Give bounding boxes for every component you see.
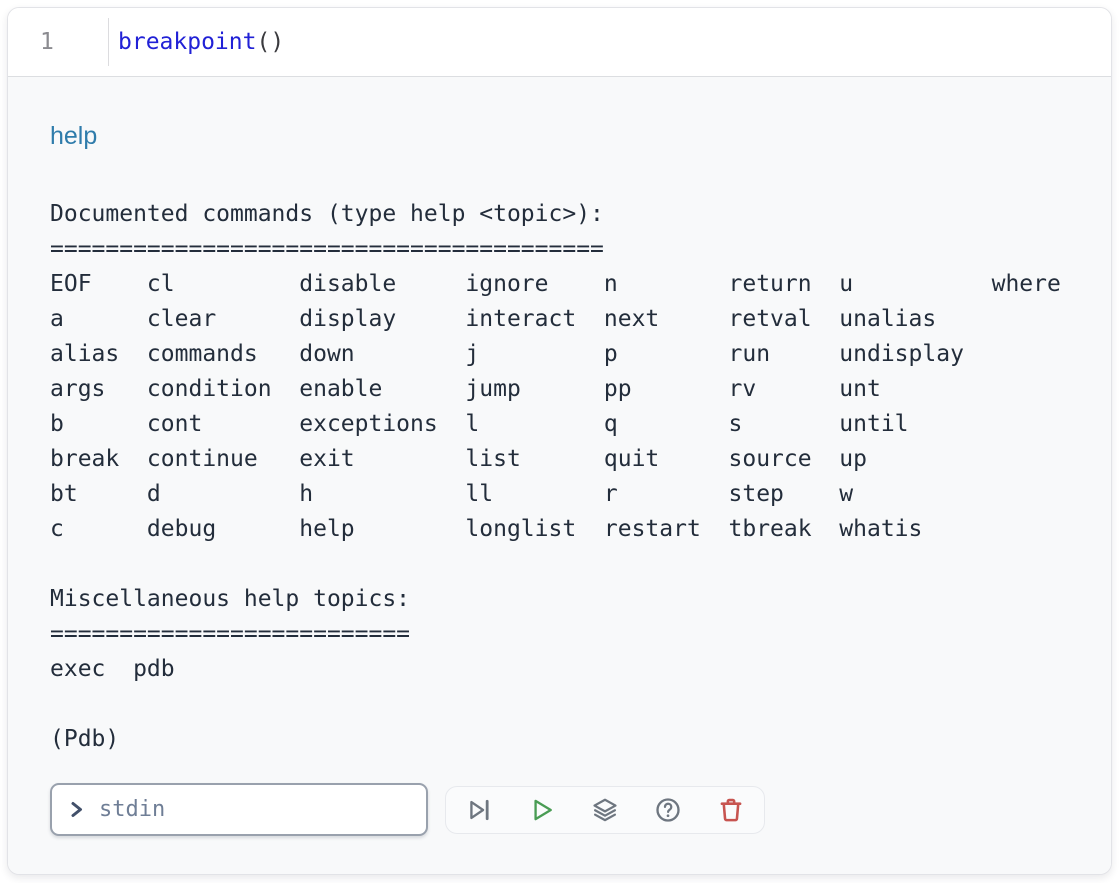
code-line[interactable]: breakpoint() bbox=[109, 29, 284, 55]
step-next-icon bbox=[465, 796, 493, 824]
line-number-gutter: 1 bbox=[8, 18, 109, 66]
play-icon bbox=[528, 796, 556, 824]
layers-icon bbox=[591, 796, 619, 824]
help-button[interactable] bbox=[651, 793, 685, 827]
trash-icon bbox=[717, 796, 745, 824]
clear-button[interactable] bbox=[714, 793, 748, 827]
command-echo: help bbox=[50, 119, 1069, 153]
step-next-button[interactable] bbox=[462, 793, 496, 827]
code-punctuation: () bbox=[256, 29, 284, 55]
debugger-toolbar bbox=[445, 786, 765, 834]
help-circle-icon bbox=[654, 796, 682, 824]
code-editor[interactable]: 1 breakpoint() bbox=[8, 8, 1111, 76]
debugger-output-panel: help Documented commands (type help <top… bbox=[8, 77, 1111, 874]
chevron-right-icon bbox=[67, 800, 86, 819]
stdin-input[interactable] bbox=[99, 797, 411, 822]
stack-button[interactable] bbox=[588, 793, 622, 827]
stdin-inputbox[interactable] bbox=[50, 783, 428, 836]
io-row bbox=[50, 783, 1069, 836]
code-function-name: breakpoint bbox=[118, 29, 256, 55]
debugger-cell: 1 breakpoint() help Documented commands … bbox=[7, 7, 1112, 875]
console-output: Documented commands (type help <topic>):… bbox=[50, 197, 1069, 757]
run-button[interactable] bbox=[525, 793, 559, 827]
line-number: 1 bbox=[40, 29, 54, 55]
